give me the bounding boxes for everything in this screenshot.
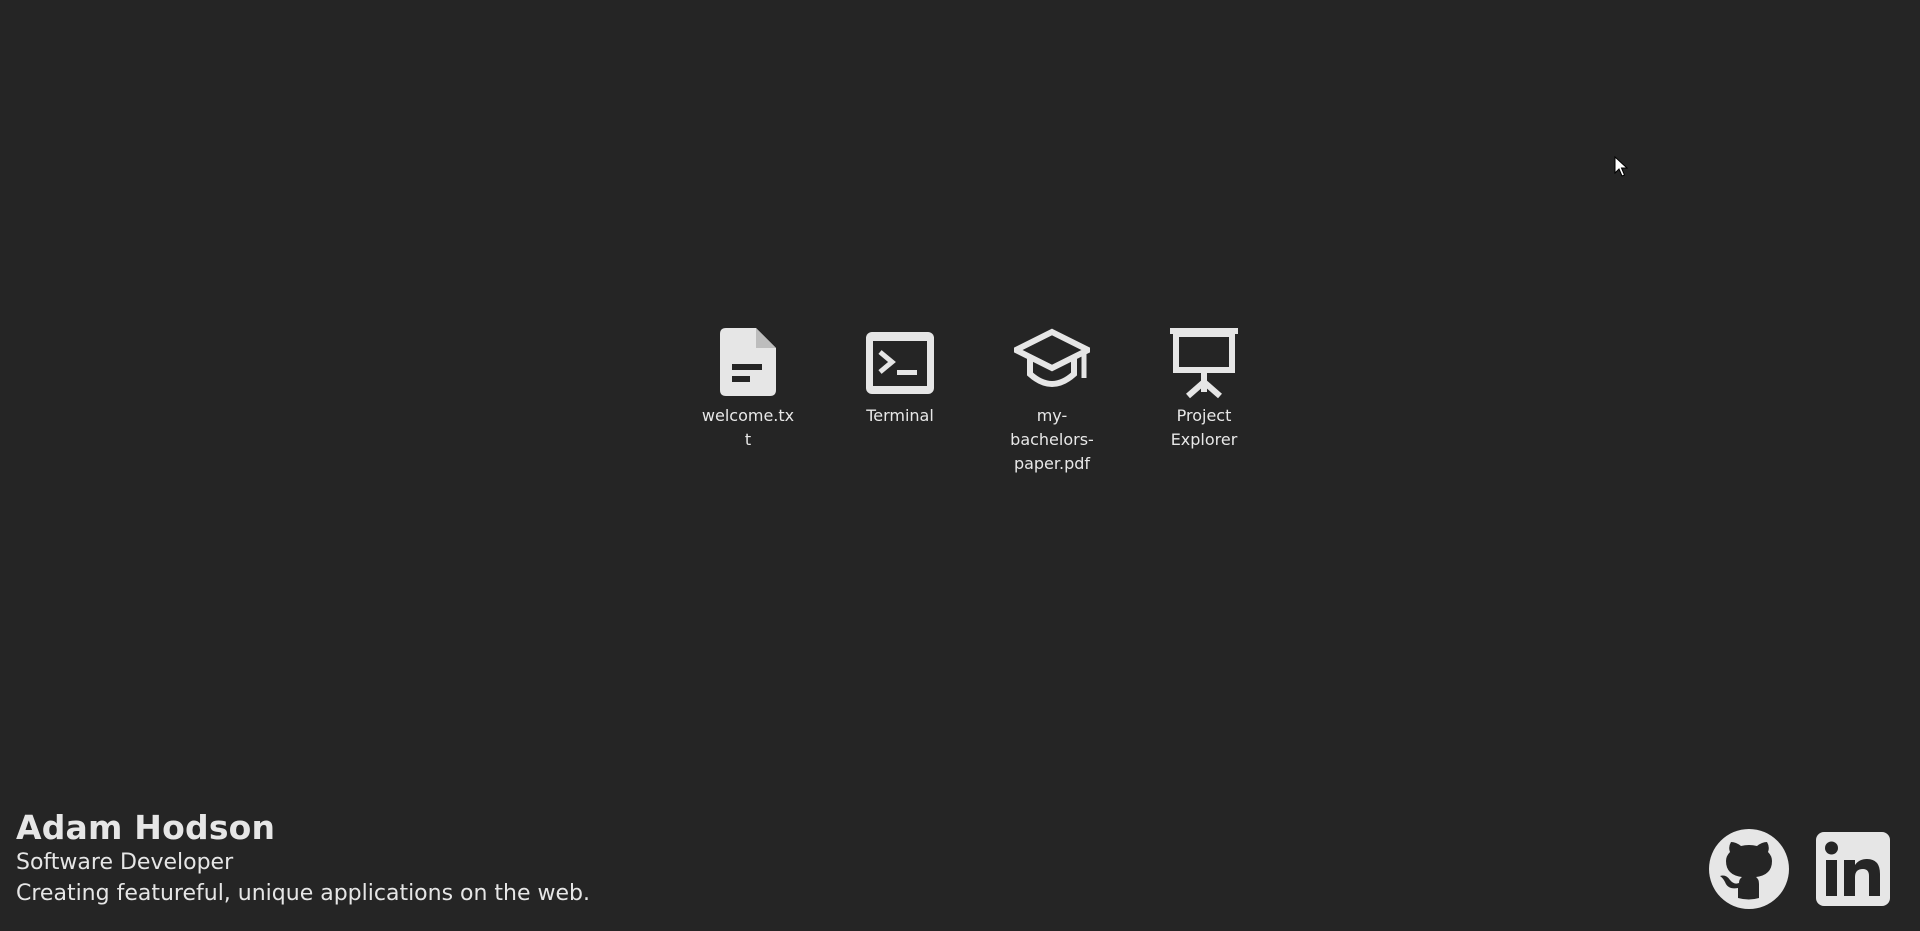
document-icon bbox=[708, 322, 788, 402]
github-icon bbox=[1709, 829, 1789, 909]
linkedin-link[interactable] bbox=[1812, 828, 1894, 910]
github-link[interactable] bbox=[1708, 828, 1790, 910]
terminal-icon bbox=[860, 322, 940, 402]
profile-tagline: Creating featureful, unique applications… bbox=[16, 881, 591, 906]
mouse-cursor-icon bbox=[1614, 156, 1628, 177]
desktop: welcome.txt Terminal my-bachelors-paper.… bbox=[0, 0, 1920, 931]
desktop-item-label: Terminal bbox=[866, 406, 934, 425]
social-links bbox=[1708, 828, 1894, 910]
linkedin-icon bbox=[1816, 832, 1890, 906]
desktop-item-welcome-txt[interactable]: welcome.txt bbox=[672, 322, 824, 476]
profile-role: Software Developer bbox=[16, 850, 234, 875]
desktop-item-terminal[interactable]: Terminal bbox=[824, 322, 976, 476]
presentation-easel-icon bbox=[1164, 322, 1244, 402]
desktop-item-label: welcome.txt bbox=[701, 406, 795, 449]
graduation-cap-icon bbox=[1012, 322, 1092, 402]
desktop-item-label: Project Explorer bbox=[1170, 406, 1238, 449]
desktop-item-bachelors-paper[interactable]: my-bachelors-paper.pdf bbox=[976, 322, 1128, 476]
profile-name: Adam Hodson bbox=[16, 808, 276, 847]
profile: Adam Hodson Software Developer Creating … bbox=[16, 808, 590, 910]
desktop-item-project-explorer[interactable]: Project Explorer bbox=[1128, 322, 1280, 476]
desktop-item-label: my-bachelors-paper.pdf bbox=[1010, 406, 1094, 473]
desktop-icons: welcome.txt Terminal my-bachelors-paper.… bbox=[672, 322, 1280, 476]
